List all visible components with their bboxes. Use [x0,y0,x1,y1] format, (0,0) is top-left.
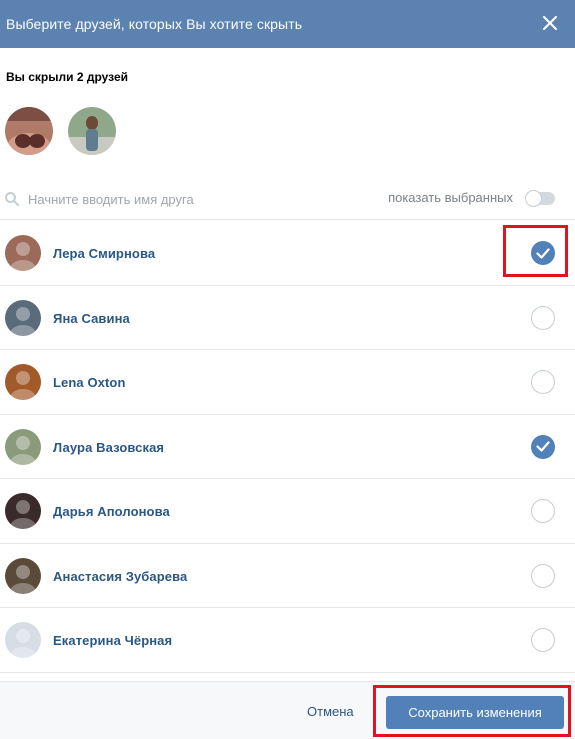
avatar [5,493,41,529]
friend-checkbox[interactable] [531,499,555,523]
friend-row[interactable]: Анастасия Зубарева [0,544,575,608]
avatar [5,299,41,336]
hidden-friend-avatar[interactable] [5,107,53,155]
search-bar: показать выбранных [0,180,575,220]
close-button[interactable] [537,10,563,36]
hidden-friend-avatar[interactable] [68,107,116,155]
friend-checkbox[interactable] [531,370,555,394]
search-input[interactable] [28,187,328,211]
avatar [5,235,41,271]
avatar [5,428,41,465]
dialog-footer: Отмена Сохранить изменения [0,681,575,739]
friend-name: Лаура Вазовская [53,439,165,455]
avatar [5,622,41,658]
hidden-friends-title: Вы скрыли 2 друзей [6,70,129,84]
dialog-header: Выберите друзей, которых Вы хотите скрыт… [0,0,575,48]
friend-row[interactable]: Екатерина Чёрная [0,608,575,673]
friend-row[interactable]: Лаура Вазовская [0,415,575,479]
friend-name: Lena Oxton [53,375,126,390]
show-selected-toggle[interactable] [525,190,555,207]
friend-name: Дарья Аполонова [53,504,170,519]
checkmark-icon [536,247,550,259]
friend-checkbox[interactable] [531,434,555,459]
save-button[interactable]: Сохранить изменения [386,696,564,729]
friend-checkbox[interactable] [531,241,555,265]
avatar [5,364,41,400]
close-icon [543,16,557,30]
show-selected-label: показать выбранных [388,190,513,205]
friend-name: Екатерина Чёрная [53,633,173,648]
friend-name: Яна Савина [53,310,130,326]
friend-checkbox[interactable] [531,305,555,330]
friend-row[interactable]: Дарья Аполонова [0,479,575,544]
friend-row[interactable]: Яна Савина [0,286,575,350]
hidden-friends-avatars [5,107,116,155]
dialog-title: Выберите друзей, которых Вы хотите скрыт… [6,16,303,32]
friend-row[interactable]: Лера Смирнова [0,221,575,286]
cancel-button[interactable]: Отмена [307,704,354,719]
checkmark-icon [536,441,550,452]
friend-checkbox[interactable] [531,563,555,588]
toggle-knob [525,190,542,207]
friend-checkbox[interactable] [531,628,555,652]
search-icon [5,192,19,206]
friends-list: Лера Смирнова Яна Савина Lena Oxton Лаур… [0,221,575,673]
friend-name: Анастасия Зубарева [53,568,188,584]
avatar [5,557,41,594]
friend-name: Лера Смирнова [53,246,156,261]
friend-row[interactable]: Lena Oxton [0,350,575,415]
